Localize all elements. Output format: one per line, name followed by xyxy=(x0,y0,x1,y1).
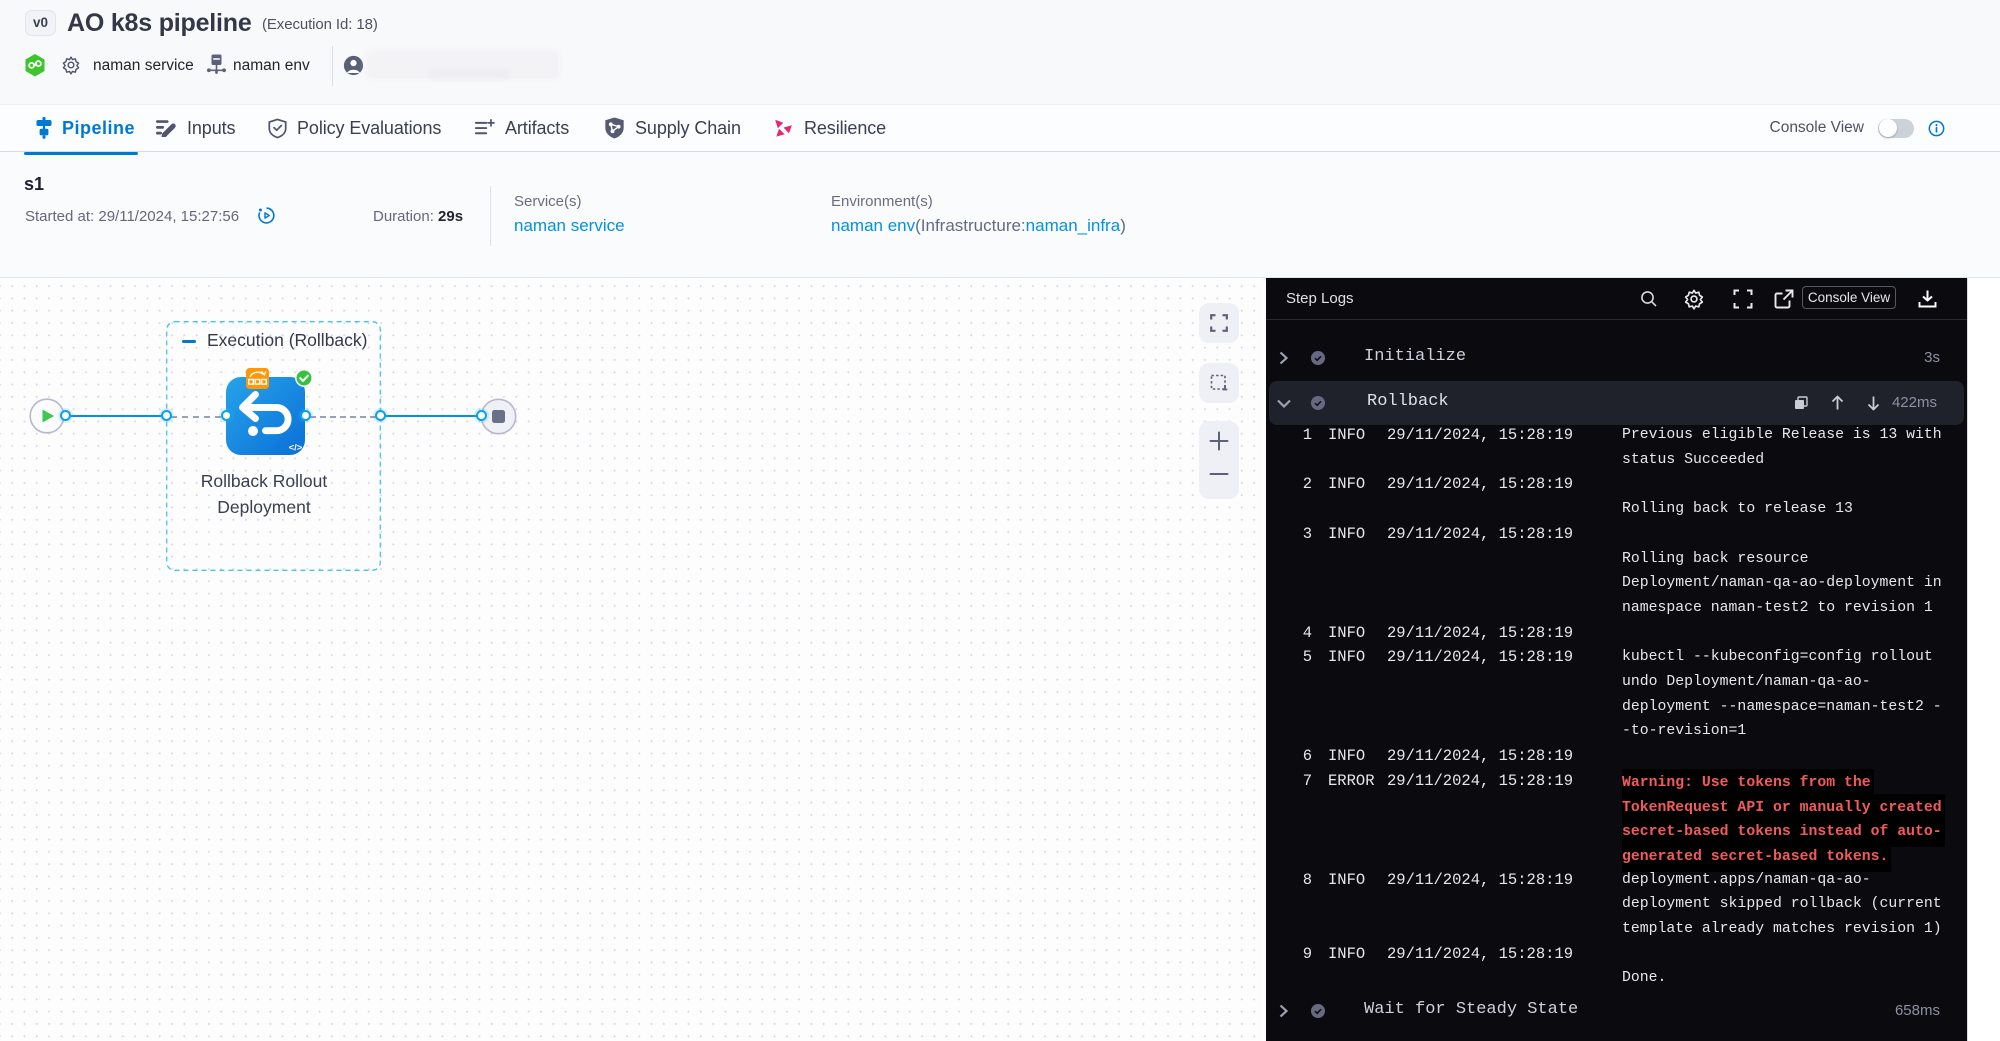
svg-text:</>: </> xyxy=(289,443,303,454)
